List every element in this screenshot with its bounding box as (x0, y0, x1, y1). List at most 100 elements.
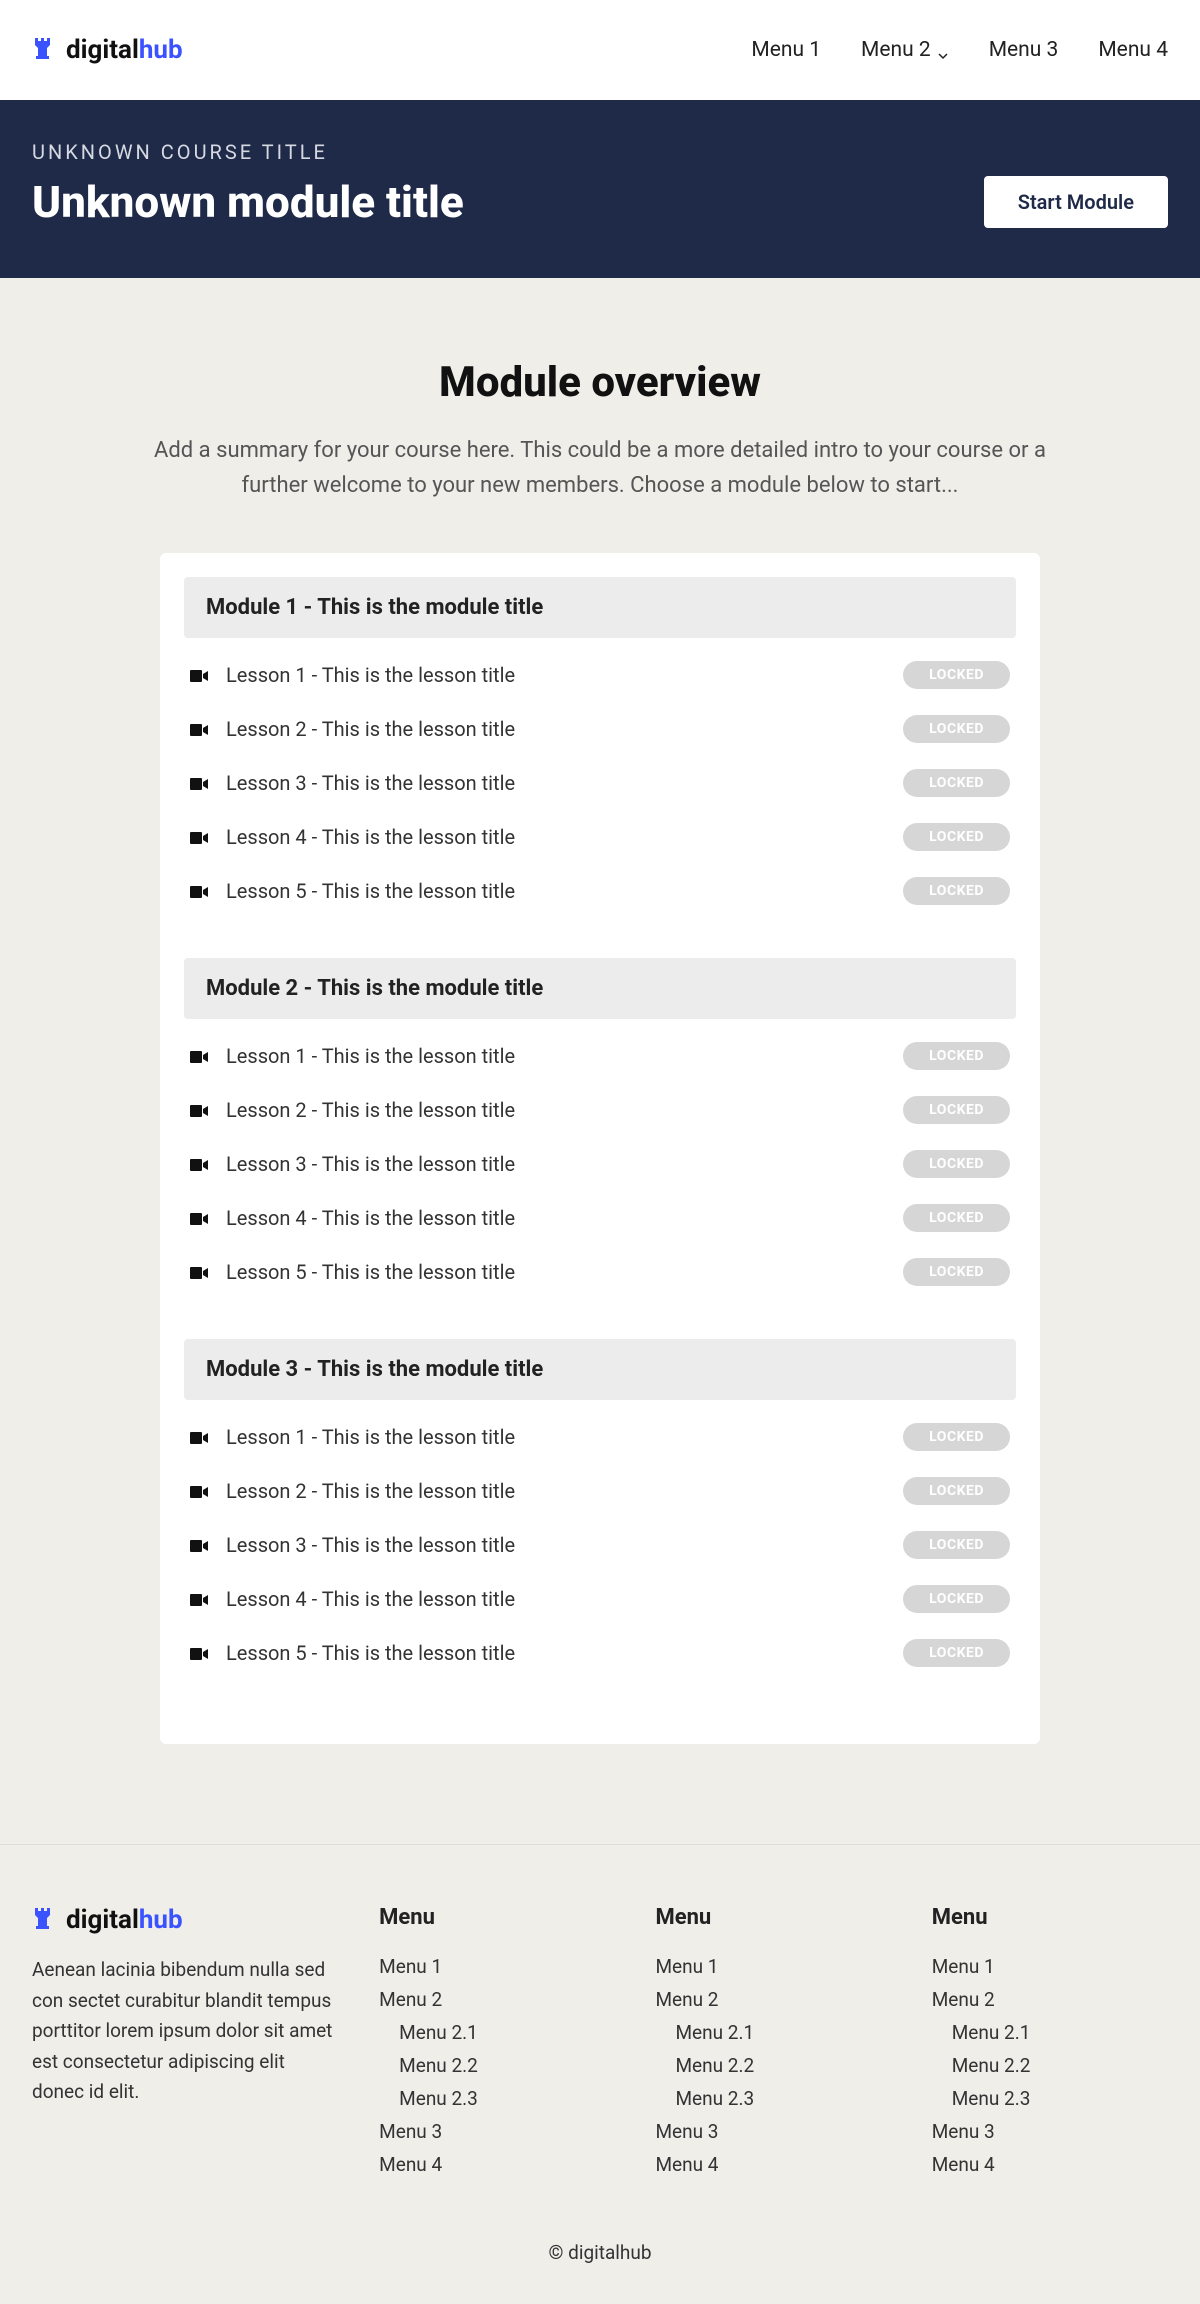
locked-badge: LOCKED (903, 1423, 1010, 1451)
footer-menu-item[interactable]: Menu 3 (932, 2115, 1168, 2148)
overview-summary: Add a summary for your course here. This… (150, 433, 1050, 503)
footer-menu-item[interactable]: Menu 2.3 (379, 2082, 615, 2115)
lesson-title: Lesson 2 - This is the lesson title (226, 1098, 515, 1122)
footer-menu-item[interactable]: Menu 2.2 (655, 2049, 891, 2082)
overview-heading: Module overview (150, 358, 1050, 407)
video-icon (190, 1646, 208, 1660)
rook-icon (32, 1906, 56, 1934)
lesson-row[interactable]: Lesson 2 - This is the lesson titleLOCKE… (184, 1464, 1016, 1518)
locked-badge: LOCKED (903, 877, 1010, 905)
nav-item-label: Menu 3 (989, 38, 1059, 62)
locked-badge: LOCKED (903, 769, 1010, 797)
nav-item-3[interactable]: Menu 3 (989, 38, 1059, 62)
copyright: © digitalhub (32, 2241, 1168, 2264)
footer-menu-item[interactable]: Menu 1 (379, 1950, 615, 1983)
lesson-row[interactable]: Lesson 1 - This is the lesson titleLOCKE… (184, 648, 1016, 702)
lesson-row[interactable]: Lesson 2 - This is the lesson title LOCKE… (184, 1083, 1016, 1137)
footer-menu-item[interactable]: Menu 2.1 (379, 2016, 615, 2049)
footer-menu-item[interactable]: Menu 3 (655, 2115, 891, 2148)
lesson-row[interactable]: Lesson 5 - This is the lesson title LOCKE… (184, 1245, 1016, 1299)
locked-badge: LOCKED (903, 1096, 1010, 1124)
lesson-title: Lesson 3 - This is the lesson title (226, 771, 515, 795)
lesson-row[interactable]: Lesson 5 - This is the lesson title LOCKE… (184, 864, 1016, 918)
footer-menu-item[interactable]: Menu 1 (655, 1950, 891, 1983)
lesson-title: Lesson 2 - This is the lesson title (226, 1479, 515, 1503)
video-icon (190, 1103, 208, 1117)
lesson-list: Lesson 1 - This is the lesson title LOCKE… (184, 1019, 1016, 1299)
course-title: UNKNOWN COURSE TITLE (32, 140, 464, 164)
footer-logo[interactable]: digitalhub (32, 1905, 339, 1935)
video-icon (190, 722, 208, 736)
lesson-title: Lesson 2 - This is the lesson title (226, 717, 515, 741)
footer-menu-item[interactable]: Menu 4 (379, 2148, 615, 2181)
module-card: Module 1 - This is the module title Lesso… (160, 553, 1040, 1744)
footer-menu-item[interactable]: Menu 3 (379, 2115, 615, 2148)
footer-col-title: Menu (655, 1905, 891, 1930)
locked-badge: LOCKED (903, 1204, 1010, 1232)
footer-menu-item[interactable]: Menu 2.2 (932, 2049, 1168, 2082)
module-header[interactable]: Module 1 - This is the module title (184, 577, 1016, 638)
lesson-row[interactable]: Lesson 1 - This is the lesson title LOCKE… (184, 1410, 1016, 1464)
locked-badge: LOCKED (903, 1258, 1010, 1286)
lesson-title: Lesson 3 - This is the lesson title (226, 1152, 515, 1176)
hero-banner: UNKNOWN COURSE TITLE Unknown module titl… (0, 100, 1200, 278)
top-menu: Menu 1 Menu 2 Menu 3 Menu 4 (751, 38, 1168, 62)
start-module-button[interactable]: Start Module (984, 176, 1168, 228)
video-icon (190, 1430, 208, 1444)
footer-menu-item[interactable]: Menu 4 (655, 2148, 891, 2181)
lesson-title: Lesson 5 - This is the lesson title (226, 1260, 515, 1284)
lesson-title: Lesson 4 - This is the lesson title (226, 1206, 515, 1230)
footer-menu-item[interactable]: Menu 2.3 (932, 2082, 1168, 2115)
main-content: Module overview Add a summary for your c… (0, 278, 1200, 1844)
module-header[interactable]: Module 3 - This is the module title (184, 1339, 1016, 1400)
video-icon (190, 1592, 208, 1606)
locked-badge: LOCKED (903, 1585, 1010, 1613)
video-icon (190, 776, 208, 790)
footer: digitalhub Aenean lacinia bibendum nulla… (0, 1844, 1200, 2304)
nav-item-4[interactable]: Menu 4 (1098, 38, 1168, 62)
module-title: Unknown module title (32, 176, 464, 228)
footer-about-text: Aenean lacinia bibendum nulla sed con se… (32, 1955, 339, 2107)
footer-menu-list: Menu 1Menu 2Menu 2.1Menu 2.2Menu 2.3Menu… (655, 1950, 891, 2181)
footer-menu-item[interactable]: Menu 2.2 (379, 2049, 615, 2082)
footer-menu-col: Menu Menu 1Menu 2Menu 2.1Menu 2.2Menu 2.3… (655, 1905, 891, 2181)
footer-menu-item[interactable]: Menu 2.3 (655, 2082, 891, 2115)
video-icon (190, 1157, 208, 1171)
module-header[interactable]: Module 2 - This is the module title (184, 958, 1016, 1019)
nav-item-2[interactable]: Menu 2 (861, 38, 949, 62)
lesson-title: Lesson 1 - This is the lesson title (226, 1044, 515, 1068)
locked-badge: LOCKED (903, 1639, 1010, 1667)
footer-menu-item[interactable]: Menu 1 (932, 1950, 1168, 1983)
footer-menu-item[interactable]: Menu 4 (932, 2148, 1168, 2181)
rook-icon (32, 36, 56, 64)
lesson-row[interactable]: Lesson 3 - This is the lesson titleLOCKE… (184, 1518, 1016, 1572)
lesson-row[interactable]: Lesson 4 - This is the lesson title LOCKE… (184, 1572, 1016, 1626)
video-icon (190, 1538, 208, 1552)
video-icon (190, 1265, 208, 1279)
footer-menu-item[interactable]: Menu 2 (379, 1983, 615, 2016)
lesson-row[interactable]: Lesson 4 - This is the lesson title LOCKE… (184, 1191, 1016, 1245)
nav-item-1[interactable]: Menu 1 (751, 38, 821, 62)
lesson-list: Lesson 1 - This is the lesson title LOCKE… (184, 1400, 1016, 1680)
lesson-row[interactable]: Lesson 3 - This is the lesson titleLOCKE… (184, 1137, 1016, 1191)
lesson-row[interactable]: Lesson 4 - This is the lesson titleLOCKE… (184, 810, 1016, 864)
lesson-row[interactable]: Lesson 2 - This is the lesson title LOCKE… (184, 702, 1016, 756)
video-icon (190, 668, 208, 682)
lesson-title: Lesson 1 - This is the lesson title (226, 1425, 515, 1449)
footer-menu-item[interactable]: Menu 2.1 (932, 2016, 1168, 2049)
logo[interactable]: digitalhub (32, 35, 183, 65)
footer-menu-item[interactable]: Menu 2 (932, 1983, 1168, 2016)
footer-menu-col: Menu Menu 1Menu 2Menu 2.1Menu 2.2Menu 2.3… (379, 1905, 615, 2181)
footer-col-title: Menu (379, 1905, 615, 1930)
locked-badge: LOCKED (903, 715, 1010, 743)
nav-item-label: Menu 4 (1098, 38, 1168, 62)
lesson-row[interactable]: Lesson 5 - This is the lesson titleLOCKE… (184, 1626, 1016, 1680)
lesson-title: Lesson 1 - This is the lesson title (226, 663, 515, 687)
lesson-row[interactable]: Lesson 1 - This is the lesson titleLOCKE… (184, 1029, 1016, 1083)
lesson-row[interactable]: Lesson 3 - This is the lesson title LOCKE… (184, 756, 1016, 810)
footer-menu-item[interactable]: Menu 2 (655, 1983, 891, 2016)
footer-about-col: digitalhub Aenean lacinia bibendum nulla… (32, 1905, 339, 2181)
lesson-title: Lesson 5 - This is the lesson title (226, 879, 515, 903)
footer-menu-item[interactable]: Menu 2.1 (655, 2016, 891, 2049)
lesson-title: Lesson 4 - This is the lesson title (226, 1587, 515, 1611)
